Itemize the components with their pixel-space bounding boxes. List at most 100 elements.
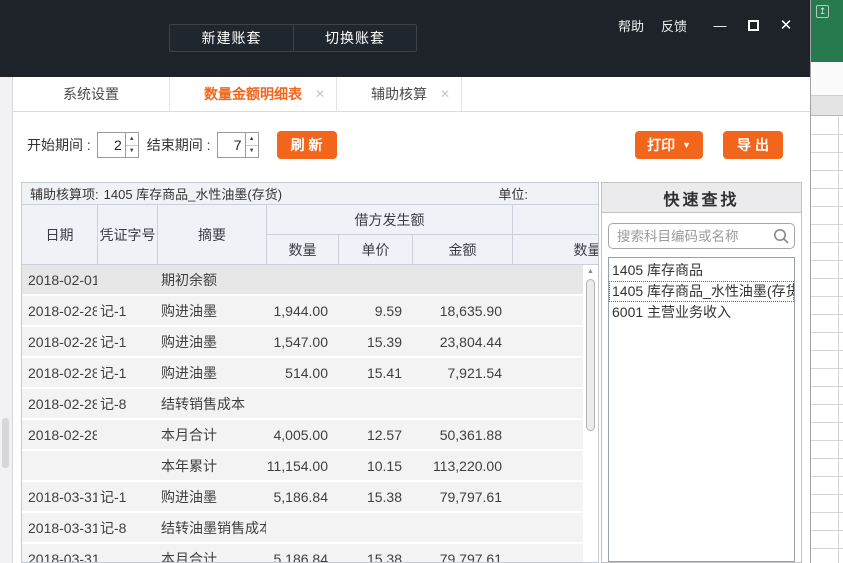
table-header: 日期 凭证字号 摘要 借方发生额 数量 单价 金额 数量 bbox=[22, 205, 599, 265]
cell-date: 2018-03-31 bbox=[22, 544, 97, 563]
stepper-up-icon[interactable]: ▲ bbox=[246, 133, 258, 146]
cell-price: 9.59 bbox=[338, 296, 412, 325]
cell-voucher: 记-1 bbox=[97, 327, 157, 356]
refresh-button[interactable]: 刷新 bbox=[277, 131, 337, 159]
table-row[interactable]: 2018-02-28 记-1 购进油墨 514.00 15.41 7,921.5… bbox=[22, 358, 599, 389]
quick-find-title: 快速查找 bbox=[602, 183, 801, 213]
aux-item-label: 辅助核算项: bbox=[30, 184, 99, 203]
end-period-input[interactable] bbox=[218, 133, 245, 157]
cell-amount: 7,921.54 bbox=[412, 358, 512, 387]
table-scrollbar[interactable]: ▲ bbox=[583, 265, 598, 562]
cell-summary: 期初余额 bbox=[157, 265, 266, 294]
account-list-item[interactable]: 6001 主营业务收入 bbox=[609, 302, 794, 323]
start-period-input[interactable] bbox=[98, 133, 125, 157]
start-period-stepper: ▲ ▼ bbox=[97, 132, 139, 158]
account-search bbox=[608, 223, 795, 249]
cell-date: 2018-02-28 bbox=[22, 296, 97, 325]
cell-voucher bbox=[97, 544, 157, 563]
stepper-buttons: ▲ ▼ bbox=[245, 133, 258, 157]
cell-amount: 79,797.61 bbox=[412, 544, 512, 563]
cell-amount: 18,635.90 bbox=[412, 296, 512, 325]
quick-find-body: 1405 库存商品1405 库存商品_水性油墨(存货)6001 主营业务收入 bbox=[602, 213, 801, 562]
cell-price: 12.57 bbox=[338, 420, 412, 449]
end-period-label: 结束期间 : bbox=[147, 135, 211, 155]
table-row[interactable]: 2018-03-31 本月合计 5,186.84 15.38 79,797.61 bbox=[22, 544, 599, 563]
main-area: 系统设置 数量金额明细表 ✕ 辅助核算 ✕ 开始期间 : bbox=[13, 77, 810, 563]
table-row[interactable]: 2018-02-28 记-1 购进油墨 1,944.00 9.59 18,635… bbox=[22, 296, 599, 327]
stepper-down-icon[interactable]: ▼ bbox=[246, 146, 258, 158]
cell-price bbox=[338, 265, 412, 294]
cell-amount: 23,804.44 bbox=[412, 327, 512, 356]
export-button[interactable]: 导出 bbox=[723, 131, 783, 159]
cell-amount: 50,361.88 bbox=[412, 420, 512, 449]
cell-date: 2018-03-31 bbox=[22, 513, 97, 542]
tab-close-icon[interactable]: ✕ bbox=[315, 87, 325, 101]
stepper-up-icon[interactable]: ▲ bbox=[126, 133, 138, 146]
content-area: 辅助核算项: 1405 库存商品_水性油墨(存货) 单位: 日期 凭证字号 摘要… bbox=[13, 178, 810, 563]
report-toolbar: 开始期间 : ▲ ▼ 结束期间 : ▲ ▼ bbox=[13, 112, 810, 178]
cell-qty: 514.00 bbox=[266, 358, 338, 387]
table-row[interactable]: 2018-03-31 记-1 购进油墨 5,186.84 15.38 79,79… bbox=[22, 482, 599, 513]
feedback-link[interactable]: 反馈 bbox=[661, 16, 687, 35]
table-row[interactable]: 2018-02-28 记-1 购进油墨 1,547.00 15.39 23,80… bbox=[22, 327, 599, 358]
table-row[interactable]: 2018-02-01 期初余额 bbox=[22, 265, 599, 296]
tab-system-settings[interactable]: 系统设置 bbox=[13, 77, 170, 111]
table-body: 2018-02-01 期初余额 2018-02-28 记-1 购进油墨 1,94… bbox=[22, 265, 599, 563]
cell-price: 15.39 bbox=[338, 327, 412, 356]
stepper-down-icon[interactable]: ▼ bbox=[126, 146, 138, 158]
print-button-label: 打印 bbox=[647, 135, 675, 155]
cell-qty bbox=[266, 513, 338, 542]
table-scrollbar-thumb[interactable] bbox=[586, 279, 595, 431]
aux-item-value: 1405 库存商品_水性油墨(存货) bbox=[104, 184, 282, 203]
col-header-qty: 数量 bbox=[266, 234, 338, 264]
table-row[interactable]: 2018-02-28 记-8 结转销售成本 bbox=[22, 389, 599, 420]
cell-summary: 购进油墨 bbox=[157, 296, 266, 325]
help-link[interactable]: 帮助 bbox=[618, 16, 644, 35]
table-row[interactable]: 2018-02-28 本月合计 4,005.00 12.57 50,361.88 bbox=[22, 420, 599, 451]
scroll-up-icon[interactable]: ▲ bbox=[583, 265, 598, 278]
close-icon[interactable]: ✕ bbox=[778, 17, 794, 33]
cell-summary: 结转油墨销售成本 bbox=[157, 513, 266, 542]
search-input[interactable] bbox=[608, 223, 795, 249]
tab-auxiliary-accounting[interactable]: 辅助核算 ✕ bbox=[337, 77, 462, 111]
app-body: 系统设置 数量金额明细表 ✕ 辅助核算 ✕ 开始期间 : bbox=[0, 77, 810, 563]
cell-date: 2018-02-01 bbox=[22, 265, 97, 294]
cell-date bbox=[22, 451, 97, 480]
col-header-price: 单价 bbox=[338, 234, 412, 264]
account-list-item[interactable]: 1405 库存商品_水性油墨(存货) bbox=[609, 281, 794, 302]
excel-ribbon-pin-icon: ↥ bbox=[816, 5, 829, 18]
cell-summary: 购进油墨 bbox=[157, 482, 266, 511]
start-period-label: 开始期间 : bbox=[27, 135, 91, 155]
tab-quantity-amount-detail[interactable]: 数量金额明细表 ✕ bbox=[170, 77, 337, 111]
account-list-item[interactable]: 1405 库存商品 bbox=[609, 260, 794, 281]
table-row[interactable]: 本年累计 11,154.00 10.15 113,220.00 bbox=[22, 451, 599, 482]
cell-amount bbox=[412, 389, 512, 418]
excel-column-header bbox=[811, 96, 843, 116]
tab-label: 系统设置 bbox=[63, 84, 119, 104]
quick-find-panel: 快速查找 1405 库存商品1405 库存商品_水性油墨(存货)6001 主营业… bbox=[601, 182, 802, 563]
cell-amount: 79,797.61 bbox=[412, 482, 512, 511]
col-header-credit-group bbox=[512, 205, 599, 234]
titlebar-right: 帮助 反馈 — ✕ bbox=[618, 12, 794, 38]
cell-qty: 4,005.00 bbox=[266, 420, 338, 449]
col-header-summary: 摘要 bbox=[157, 205, 266, 264]
tab-close-icon[interactable]: ✕ bbox=[440, 87, 450, 101]
col-header-credit-qty: 数量 bbox=[512, 234, 599, 264]
chevron-down-icon: ▼ bbox=[682, 140, 691, 150]
excel-gridline bbox=[838, 117, 839, 563]
print-button[interactable]: 打印 ▼ bbox=[635, 131, 703, 159]
maximize-icon[interactable] bbox=[745, 17, 761, 33]
new-account-set-button[interactable]: 新建账套 bbox=[170, 25, 293, 51]
tab-label: 辅助核算 bbox=[371, 84, 427, 104]
col-header-voucher: 凭证字号 bbox=[97, 205, 157, 264]
search-icon[interactable] bbox=[772, 227, 790, 245]
excel-formula-bar bbox=[811, 62, 843, 96]
cell-voucher bbox=[97, 420, 157, 449]
minimize-icon[interactable]: — bbox=[712, 17, 728, 33]
left-scrollbar-thumb[interactable] bbox=[2, 418, 9, 468]
cell-summary: 购进油墨 bbox=[157, 327, 266, 356]
cell-price: 15.38 bbox=[338, 482, 412, 511]
table-row[interactable]: 2018-03-31 记-8 结转油墨销售成本 bbox=[22, 513, 599, 544]
switch-account-set-button[interactable]: 切换账套 bbox=[293, 25, 416, 51]
excel-window[interactable]: ↥ bbox=[810, 0, 843, 563]
